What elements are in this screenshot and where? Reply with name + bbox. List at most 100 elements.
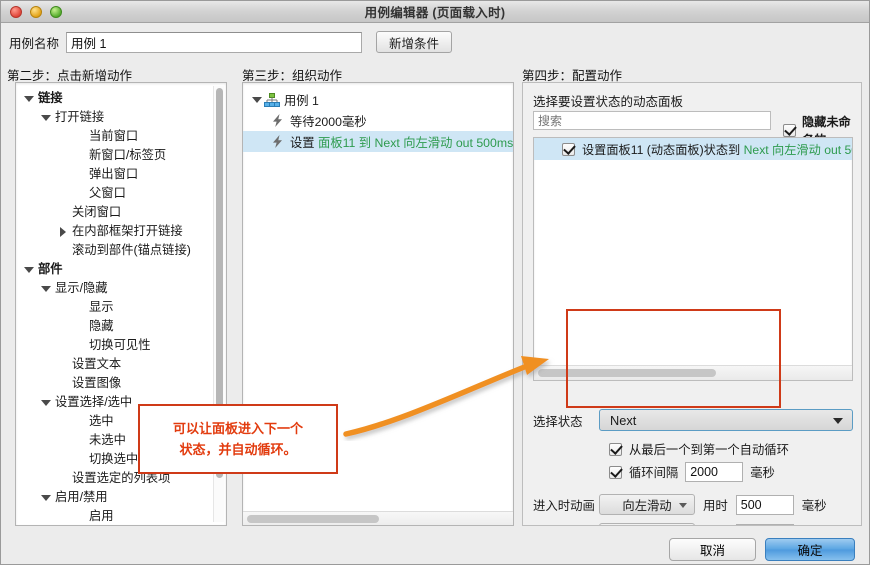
tree-item[interactable]: 部件 <box>16 260 226 279</box>
exit-animation-value: 向左滑动 <box>622 525 671 526</box>
twisty-down-icon[interactable] <box>39 494 53 501</box>
tree-item[interactable]: 父窗口 <box>16 184 226 203</box>
tree-item-label: 关闭窗口 <box>72 205 122 219</box>
twisty-down-icon[interactable] <box>39 114 53 121</box>
window-controls[interactable] <box>10 5 62 18</box>
tree-item-label: 显示 <box>89 300 114 314</box>
tree-item[interactable]: 新窗口/标签页 <box>16 146 226 165</box>
organize-horizontal-scrollbar[interactable] <box>243 511 513 525</box>
loop-interval-option[interactable]: 循环间隔 毫秒 <box>609 462 775 482</box>
lightning-bolt-icon <box>270 134 285 149</box>
tree-item-label: 启用/禁用 <box>55 490 108 504</box>
search-input[interactable] <box>533 111 771 130</box>
tree-item[interactable]: 关闭窗口 <box>16 203 226 222</box>
tree-item[interactable]: 滚动到部件(锚点链接) <box>16 241 226 260</box>
tree-item[interactable]: 在内部框架打开链接 <box>16 222 226 241</box>
tree-item-label: 打开链接 <box>55 110 105 124</box>
tree-item-label: 在内部框架打开链接 <box>72 224 183 238</box>
tree-item[interactable]: 启用/禁用 <box>16 488 226 507</box>
organize-scroll-thumb[interactable] <box>247 515 379 523</box>
cancel-button[interactable]: 取消 <box>669 538 756 561</box>
tree-item-label: 显示/隐藏 <box>55 281 108 295</box>
use-case-editor-window: 用例编辑器 (页面载入时) 用例名称 新增条件 第二步：点击新增动作 第三步：组… <box>0 0 870 565</box>
tree-item-label: 链接 <box>38 91 63 105</box>
tree-item-label: 未选中 <box>89 433 126 447</box>
tree-item[interactable]: 启用 <box>16 507 226 525</box>
auto-loop-option[interactable]: 从最后一个到第一个自动循环 <box>609 440 789 458</box>
tree-item[interactable]: 设置图像 <box>16 374 226 393</box>
tree-item-label: 滚动到部件(锚点链接) <box>72 243 191 257</box>
chevron-down-icon[interactable] <box>679 503 687 508</box>
tree-item[interactable]: 链接 <box>16 89 226 108</box>
exit-time-input[interactable] <box>735 523 794 525</box>
auto-loop-checkbox[interactable] <box>609 442 622 456</box>
tree-item[interactable]: 显示 <box>16 298 226 317</box>
twisty-down-icon[interactable] <box>22 266 36 273</box>
select-state-dropdown[interactable]: Next <box>599 409 853 431</box>
configure-action-panel: 选择要设置状态的动态面板 隐藏未命名的 设置面板11 (动态面板)状态到 Nex… <box>522 82 862 526</box>
enter-animation-label: 进入时动画 <box>533 498 595 513</box>
loop-interval-checkbox[interactable] <box>609 465 622 479</box>
organize-action-row[interactable]: 设置 面板11 到 Next 向左滑动 out 500ms <box>243 131 513 152</box>
chevron-down-icon[interactable] <box>833 418 843 424</box>
tree-item[interactable]: 设置文本 <box>16 355 226 374</box>
exit-animation-label: 退出时动画 <box>533 525 599 526</box>
minimize-button-icon[interactable] <box>30 5 42 18</box>
tree-item-label: 新窗口/标签页 <box>89 148 167 162</box>
hierarchy-icon <box>264 92 280 107</box>
enter-time-input[interactable] <box>735 494 794 515</box>
organize-root-label: 用例 1 <box>284 93 319 108</box>
twisty-down-icon[interactable] <box>22 95 36 102</box>
loop-interval-unit: 毫秒 <box>750 466 775 480</box>
list-item-state: Next 向左滑动 out 500ms <box>743 143 852 157</box>
hide-unnamed-checkbox[interactable] <box>783 123 796 137</box>
twisty-down-icon[interactable] <box>39 285 53 292</box>
select-state-value: Next <box>610 412 637 428</box>
auto-loop-label: 从最后一个到第一个自动循环 <box>629 443 789 457</box>
list-item-prefix: 设置面板11 (动态面板)状态到 <box>582 143 744 157</box>
organize-action-label: 设置 面板11 到 Next 向左滑动 out 500ms <box>290 133 513 151</box>
list-item-checkbox[interactable] <box>562 142 575 156</box>
tree-item[interactable]: 弹出窗口 <box>16 165 226 184</box>
dynamic-panel-list-item[interactable]: 设置面板11 (动态面板)状态到 Next 向左滑动 out 500ms <box>534 138 852 160</box>
enter-animation-dropdown[interactable]: 向左滑动 <box>599 494 695 515</box>
tree-item[interactable]: 当前窗口 <box>16 127 226 146</box>
organize-action-label: 等待2000毫秒 <box>290 114 367 129</box>
organize-action-detail: 面板11 到 Next 向左滑动 out 500ms <box>314 135 513 150</box>
twisty-down-icon[interactable] <box>39 399 53 406</box>
tree-item[interactable]: 显示/隐藏 <box>16 279 226 298</box>
zoom-button-icon[interactable] <box>50 5 62 18</box>
lightning-bolt-icon <box>270 113 285 128</box>
exit-time-unit: 毫秒 <box>802 525 827 526</box>
tree-item[interactable]: 切换可见性 <box>16 336 226 355</box>
tree-item-label: 选中 <box>89 414 114 428</box>
window-title: 用例编辑器 (页面载入时) <box>364 6 506 20</box>
ok-button[interactable]: 确定 <box>765 538 855 561</box>
annotation-line-2: 状态，并自动循环。 <box>179 442 297 457</box>
list-item-label: 设置面板11 (动态面板)状态到 Next 向左滑动 out 500ms <box>582 140 852 158</box>
twisty-right-icon[interactable] <box>56 226 70 237</box>
annotation-line-1: 可以让面板进入下一个 <box>172 421 303 436</box>
tree-item-label: 部件 <box>38 262 63 276</box>
use-case-name-label: 用例名称 <box>9 36 60 51</box>
exit-animation-dropdown[interactable]: 向左滑动 <box>599 523 695 526</box>
enter-animation-row: 进入时动画 向左滑动 用时 毫秒 <box>533 494 827 515</box>
loop-interval-input[interactable] <box>685 462 744 482</box>
expand-twisty-icon[interactable] <box>249 96 264 103</box>
organize-actions-tree[interactable]: 用例 1 等待2000毫秒设置 面板11 到 Next 向左滑动 out 500… <box>243 83 513 152</box>
tree-item[interactable]: 隐藏 <box>16 317 226 336</box>
tree-item-label: 弹出窗口 <box>89 167 139 181</box>
annotation-highlight-box <box>566 309 781 408</box>
tree-item-label: 父窗口 <box>89 186 126 200</box>
tree-item[interactable]: 打开链接 <box>16 108 226 127</box>
annotation-arrow-icon <box>343 356 549 437</box>
title-bar: 用例编辑器 (页面载入时) <box>1 1 869 23</box>
organize-root-row[interactable]: 用例 1 <box>243 89 513 110</box>
organize-action-row[interactable]: 等待2000毫秒 <box>243 110 513 131</box>
tree-item-label: 设置选择/选中 <box>55 395 133 409</box>
tree-item-label: 设置图像 <box>72 376 122 390</box>
use-case-name-input[interactable] <box>66 31 363 53</box>
close-button-icon[interactable] <box>10 5 22 18</box>
enter-animation-value: 向左滑动 <box>622 498 672 513</box>
add-condition-button[interactable]: 新增条件 <box>376 31 453 53</box>
